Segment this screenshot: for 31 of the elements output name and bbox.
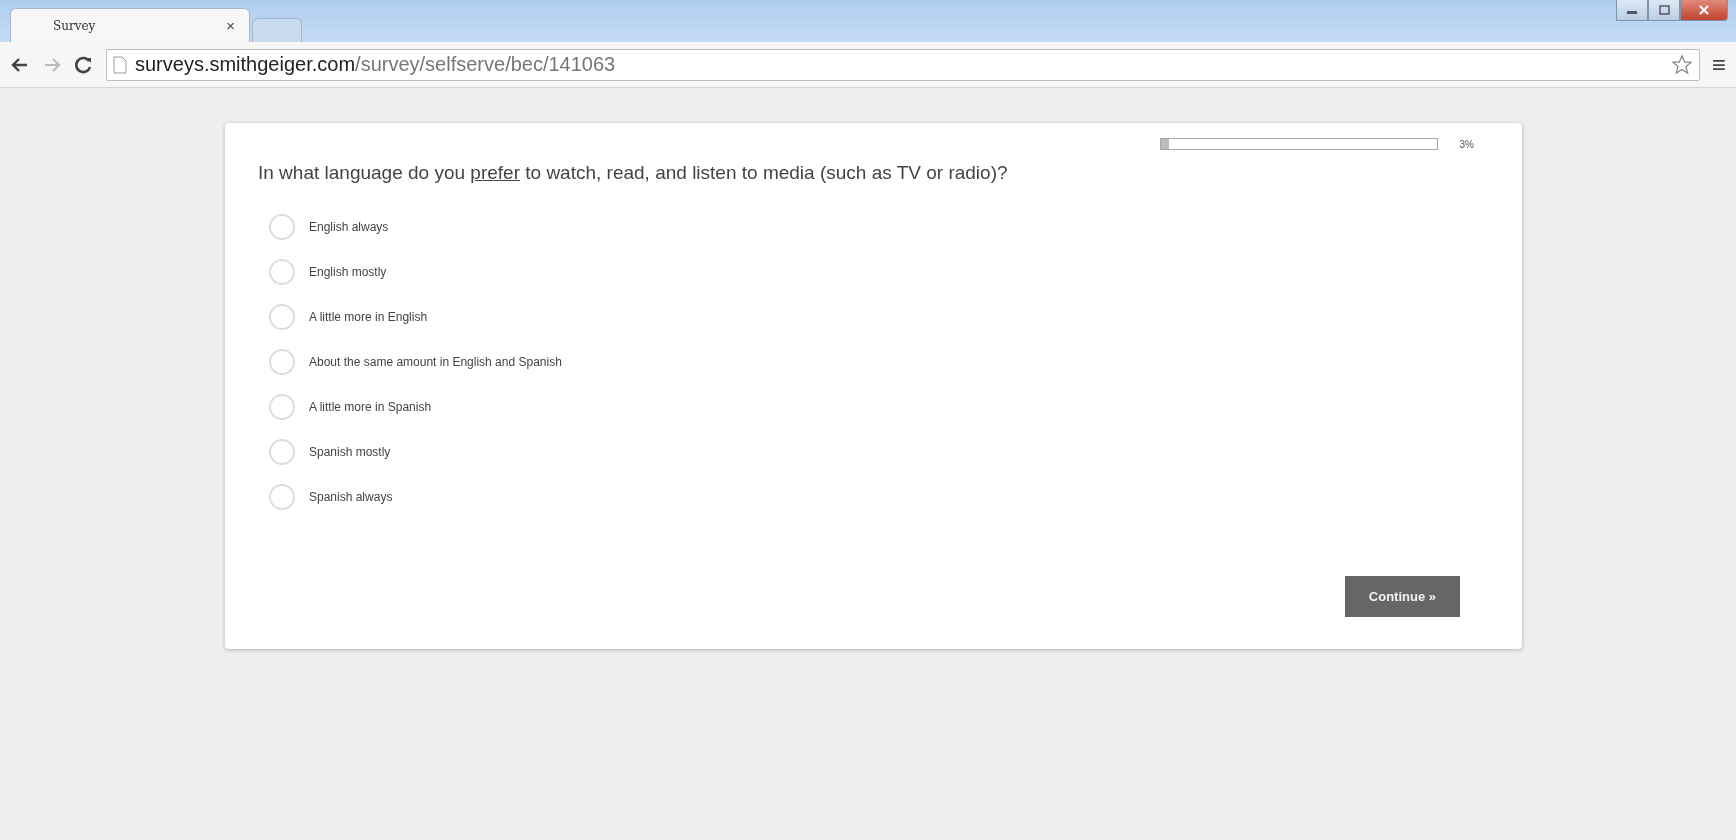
radio-button[interactable] — [269, 439, 295, 465]
continue-button[interactable]: Continue » — [1344, 576, 1460, 617]
radio-button[interactable] — [269, 214, 295, 240]
question-text: In what language do you prefer to watch, read, and listen to media (such as TV or radio)? — [258, 162, 1009, 184]
browser-tab[interactable]: Survey × — [10, 8, 250, 42]
star-icon[interactable] — [1671, 53, 1693, 76]
url-text: surveys.smithgeiger.com/survey/selfserve/bec/141063 — [135, 53, 616, 76]
menu-button[interactable]: ≡ — [1712, 50, 1726, 79]
radio-button[interactable] — [269, 394, 295, 420]
reload-icon[interactable] — [74, 54, 94, 75]
address-bar[interactable]: surveys.smithgeiger.com/survey/selfserve/bec/141063 — [106, 48, 1700, 81]
radio-button[interactable] — [269, 259, 295, 285]
progress-percent: 3% — [1459, 138, 1474, 150]
option-label[interactable]: A little more in English — [309, 310, 428, 324]
option-label[interactable]: Spanish mostly — [309, 445, 391, 459]
radio-button[interactable] — [269, 304, 295, 330]
close-tab-button[interactable]: × — [226, 17, 235, 34]
radio-button[interactable] — [269, 349, 295, 375]
close-icon — [1697, 4, 1711, 16]
page-icon — [113, 55, 127, 74]
restore-button[interactable] — [1648, 0, 1680, 21]
option-label[interactable]: English mostly — [309, 265, 387, 279]
restore-icon — [1657, 4, 1671, 16]
option-label[interactable]: A little more in Spanish — [309, 400, 432, 414]
close-button[interactable] — [1680, 0, 1728, 21]
option-label[interactable]: Spanish always — [309, 490, 393, 504]
radio-button[interactable] — [269, 484, 295, 510]
browser-tab[interactable] — [252, 18, 302, 42]
option-label[interactable]: English always — [309, 220, 389, 234]
minimize-button[interactable] — [1616, 0, 1648, 21]
option-label[interactable]: About the same amount in English and Spanish — [309, 355, 562, 369]
